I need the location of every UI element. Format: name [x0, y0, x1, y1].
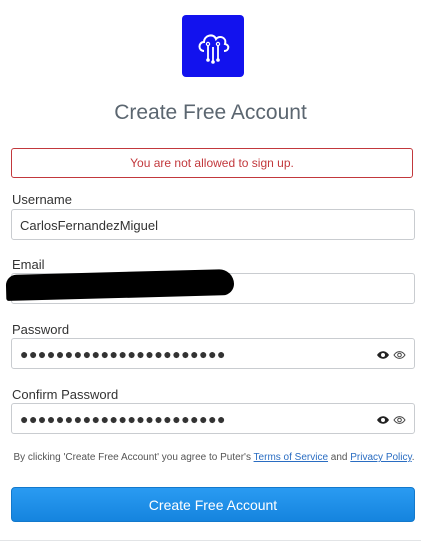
password-label: Password — [12, 322, 70, 337]
confirm-password-value: ●●●●●●●●●●●●●●●●●●●●●●● — [20, 411, 226, 427]
username-field[interactable]: CarlosFernandezMiguel — [11, 209, 415, 240]
terms-notice: By clicking 'Create Free Account' you ag… — [12, 452, 416, 463]
show-password-toggle[interactable] — [376, 348, 406, 362]
show-confirm-password-toggle[interactable] — [376, 413, 406, 427]
password-value: ●●●●●●●●●●●●●●●●●●●●●●● — [20, 346, 226, 362]
divider — [0, 540, 421, 541]
app-logo — [182, 15, 244, 77]
eye-outline-icon — [393, 416, 406, 424]
terms-of-service-link[interactable]: Terms of Service — [254, 452, 328, 463]
username-value: CarlosFernandezMiguel — [20, 218, 159, 233]
confirm-password-label: Confirm Password — [12, 387, 119, 402]
eye-filled-icon — [377, 351, 389, 359]
eye-filled-icon — [377, 416, 389, 424]
create-account-button[interactable]: Create Free Account — [11, 487, 415, 522]
cloud-circuit-icon — [198, 34, 230, 64]
terms-and: and — [328, 452, 351, 463]
confirm-password-field[interactable]: ●●●●●●●●●●●●●●●●●●●●●●● — [11, 403, 415, 434]
create-account-button-label: Create Free Account — [148, 496, 278, 513]
redaction-mark — [5, 269, 235, 301]
terms-prefix: By clicking 'Create Free Account' you ag… — [13, 452, 254, 463]
page-title: Create Free Account — [114, 101, 307, 124]
password-field[interactable]: ●●●●●●●●●●●●●●●●●●●●●●● — [11, 338, 415, 369]
error-text: You are not allowed to sign up. — [130, 156, 294, 170]
eye-outline-icon — [393, 351, 406, 359]
email-label: Email — [12, 257, 45, 272]
error-message: You are not allowed to sign up. — [11, 148, 413, 178]
privacy-policy-link[interactable]: Privacy Policy — [350, 452, 412, 463]
email-field[interactable] — [5, 269, 415, 304]
username-label: Username — [12, 192, 72, 207]
terms-suffix: . — [411, 452, 415, 463]
